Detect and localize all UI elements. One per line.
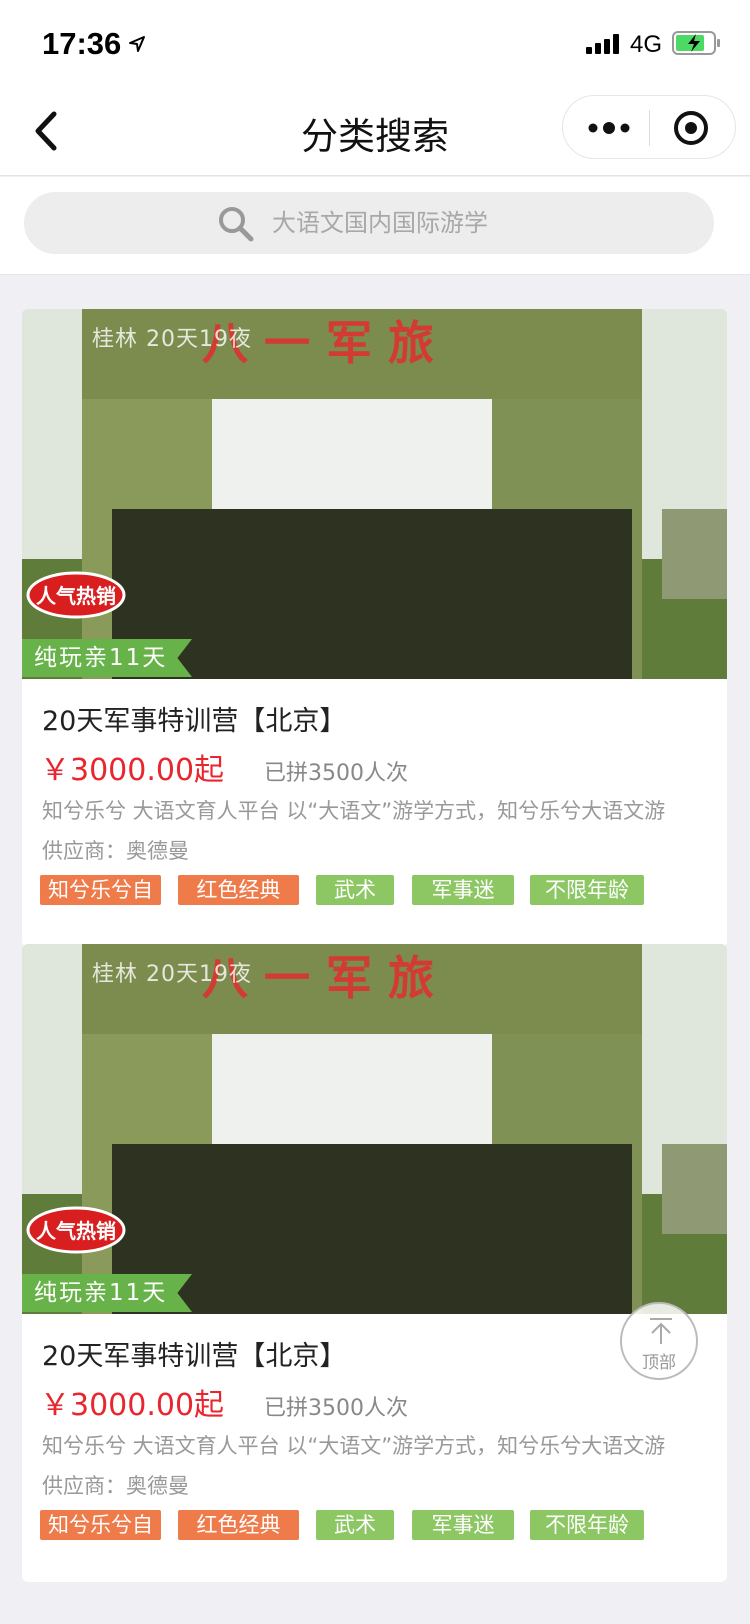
product-description: 知兮乐兮 大语文育人平台 以“大语文”游学方式，知兮乐兮大语文游	[42, 1434, 666, 1458]
nav-bar: 分类搜索	[0, 88, 750, 176]
image-caption: 桂林 20天19夜	[92, 962, 252, 987]
battery-charging-icon	[672, 31, 720, 55]
hot-badge-text: 人气热销	[36, 584, 116, 608]
tag-military: 军事迷	[412, 875, 514, 905]
tag-red-classic: 红色经典	[178, 875, 299, 905]
sold-count: 已拼3500人次	[264, 1396, 408, 1421]
status-time: 17:36	[42, 26, 122, 61]
product-price: ￥3000.00起	[40, 753, 225, 788]
tag-martial-arts: 武术	[316, 875, 394, 905]
close-miniprogram-icon[interactable]	[671, 108, 711, 148]
supplier: 供应商：奥德曼	[42, 839, 189, 863]
tag-all-ages: 不限年龄	[530, 1510, 644, 1540]
tag-self-operated: 知兮乐兮自营	[40, 875, 161, 932]
tag-self-operated: 知兮乐兮自营	[40, 1510, 161, 1567]
tour-ribbon: 纯玩亲11天	[22, 639, 192, 677]
camp-photo-illustration: 八 一 军 旅	[22, 944, 727, 1314]
search-box[interactable]	[24, 192, 714, 254]
hot-sale-badge: 人气热销	[26, 1206, 126, 1254]
back-to-top-label: 顶部	[642, 1353, 676, 1373]
product-description: 知兮乐兮 大语文育人平台 以“大语文”游学方式，知兮乐兮大语文游	[42, 799, 666, 823]
back-to-top-button[interactable]: 顶部	[620, 1302, 698, 1380]
product-image[interactable]: 八 一 军 旅 桂林 20天19夜 人气热销 纯玩亲11天	[22, 944, 727, 1314]
search-area	[0, 177, 750, 275]
status-bar: 17:36 4G	[0, 0, 750, 88]
network-type: 4G	[630, 31, 663, 58]
signal-icon	[586, 34, 619, 54]
product-title[interactable]: 20天军事特训营【北京】	[42, 1334, 346, 1373]
product-card[interactable]: 八 一 军 旅 桂林 20天19夜 人气热销 纯玩亲11天 20天军事特训营【北…	[22, 309, 727, 947]
tag-all-ages: 不限年龄	[530, 875, 644, 905]
camp-photo-illustration: 八 一 军 旅	[22, 309, 727, 679]
more-dots-icon[interactable]	[587, 118, 631, 138]
hot-sale-badge: 人气热销	[26, 571, 126, 619]
arrow-up-icon	[650, 1318, 672, 1344]
tag-military: 军事迷	[412, 1510, 514, 1540]
hot-badge-text: 人气热销	[36, 1219, 116, 1243]
image-caption: 桂林 20天19夜	[92, 327, 252, 352]
capsule-divider	[649, 110, 650, 146]
product-title[interactable]: 20天军事特训营【北京】	[42, 699, 346, 738]
tag-red-classic: 红色经典	[178, 1510, 299, 1540]
search-icon	[219, 207, 254, 242]
tag-martial-arts: 武术	[316, 1510, 394, 1540]
location-arrow-icon	[129, 36, 145, 52]
search-input[interactable]	[272, 200, 652, 246]
product-card[interactable]: 八 一 军 旅 桂林 20天19夜 人气热销 纯玩亲11天 20天军事特训营【北…	[22, 944, 727, 1582]
product-image[interactable]: 八 一 军 旅 桂林 20天19夜 人气热销 纯玩亲11天	[22, 309, 727, 679]
sold-count: 已拼3500人次	[264, 761, 408, 786]
product-price: ￥3000.00起	[40, 1388, 225, 1423]
mini-program-capsule	[562, 95, 736, 159]
tour-ribbon: 纯玩亲11天	[22, 1274, 192, 1312]
supplier: 供应商：奥德曼	[42, 1474, 189, 1498]
